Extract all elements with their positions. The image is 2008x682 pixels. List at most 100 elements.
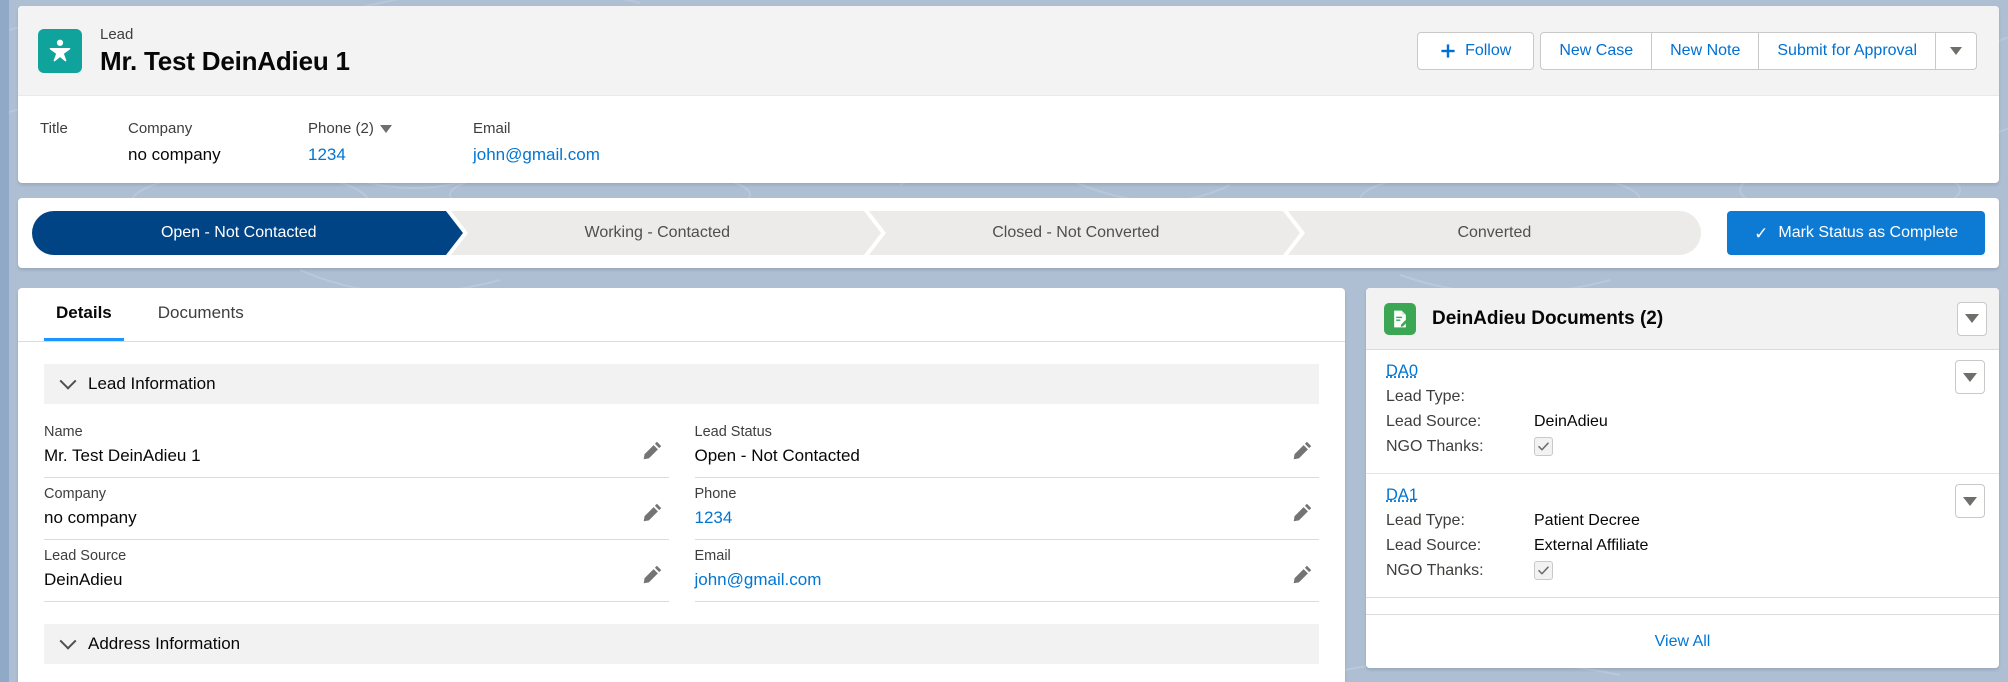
field-name: Name Mr. Test DeinAdieu 1 (44, 416, 669, 478)
section-header-address-information[interactable]: Address Information (44, 624, 1319, 664)
compact-field-title: Title (40, 118, 128, 183)
compact-field-label: Company (128, 120, 193, 137)
edit-pencil-icon[interactable] (1293, 564, 1313, 584)
field-label: Company (44, 486, 107, 502)
section-title: Address Information (88, 634, 241, 653)
submit-for-approval-button[interactable]: Submit for Approval (1759, 31, 1936, 70)
path-stage-closed-not-converted[interactable]: Closed - Not Converted (869, 211, 1305, 255)
path-stages: Open - Not Contacted Working - Contacted… (32, 211, 1702, 255)
field-label: Name (44, 424, 83, 440)
record-detail-card: Details Documents Lead Information Name … (18, 288, 1345, 682)
row-key: Lead Type: (1386, 388, 1465, 405)
edit-pencil-icon[interactable] (643, 502, 663, 522)
compact-field-label: Phone (2) (308, 118, 473, 139)
path-stage-open-not-contacted[interactable]: Open - Not Contacted (32, 211, 468, 255)
compact-field-value-phone-link[interactable]: 1234 (308, 142, 473, 168)
edit-pencil-icon[interactable] (643, 564, 663, 584)
tab-documents[interactable]: Documents (146, 288, 256, 341)
field-value: no company (44, 508, 137, 527)
ngo-thanks-checkbox[interactable] (1534, 561, 1553, 580)
page-title: Mr. Test DeinAdieu 1 (100, 45, 350, 76)
related-list-card: DeinAdieu Documents (2) DA0 Lead Type: L… (1366, 288, 1999, 668)
row-key: NGO Thanks: (1386, 438, 1484, 455)
follow-button-label: Follow (1465, 41, 1512, 59)
path-stage-converted[interactable]: Converted (1287, 211, 1702, 255)
row-key: Lead Source: (1386, 413, 1482, 430)
field-label: Phone (694, 486, 737, 502)
edit-pencil-icon[interactable] (1293, 502, 1313, 522)
section-title: Lead Information (88, 374, 216, 393)
field-phone: Phone 1234 (694, 478, 1320, 540)
list-item: DA1 Lead Type: Patient Decree Lead Sourc… (1366, 474, 1999, 598)
field-company: Company no company (44, 478, 669, 540)
related-record-link-da0[interactable]: DA0 (1386, 362, 1418, 381)
section-header-lead-information[interactable]: Lead Information (44, 364, 1319, 404)
compact-field-value: no company (128, 145, 221, 164)
chevron-down-icon[interactable] (379, 124, 392, 133)
highlights-top-row: Lead Mr. Test DeinAdieu 1 Follow New Cas… (18, 6, 1999, 96)
compact-field-label-text: Phone (2) (308, 120, 374, 137)
mark-status-complete-label: Mark Status as Complete (1778, 224, 1958, 241)
record-tabs: Details Documents (18, 288, 1345, 342)
field-value-phone-link[interactable]: 1234 (695, 504, 1320, 532)
related-record-row: NGO Thanks: (1386, 434, 1949, 459)
follow-button[interactable]: Follow (1417, 31, 1535, 70)
list-item: DA0 Lead Type: Lead Source: DeinAdieu NG… (1366, 350, 1999, 474)
edit-pencil-icon[interactable] (1293, 440, 1313, 460)
related-record-menu-button-da1[interactable] (1955, 484, 1985, 518)
lead-object-icon (38, 28, 82, 73)
field-label: Lead Status (694, 424, 772, 440)
chevron-down-icon (59, 632, 77, 650)
sales-path: Open - Not Contacted Working - Contacted… (18, 198, 1999, 268)
edit-pencil-icon[interactable] (643, 440, 663, 460)
field-value: Mr. Test DeinAdieu 1 (44, 446, 201, 465)
related-record-link-da1[interactable]: DA1 (1386, 486, 1418, 505)
field-value: Open - Not Contacted (694, 446, 860, 465)
check-icon (1538, 442, 1549, 451)
record-page: Lead Mr. Test DeinAdieu 1 Follow New Cas… (9, 0, 2008, 682)
row-key: Lead Type: (1386, 512, 1465, 529)
field-email: Email john@gmail.com (694, 540, 1320, 602)
field-label: Lead Source (44, 548, 127, 564)
header-button-group: New Case New Note Submit for Approval (1540, 31, 1977, 70)
path-stage-working-contacted[interactable]: Working - Contacted (450, 211, 886, 255)
row-value: DeinAdieu (1534, 413, 1608, 430)
chevron-down-icon (59, 372, 77, 390)
ngo-thanks-checkbox[interactable] (1534, 437, 1553, 456)
field-lead-status: Lead Status Open - Not Contacted (694, 416, 1319, 478)
new-case-button[interactable]: New Case (1540, 31, 1653, 70)
related-record-row: NGO Thanks: (1386, 558, 1949, 583)
field-lead-source: Lead Source DeinAdieu (44, 540, 669, 602)
object-type-label: Lead (100, 25, 134, 43)
check-icon: ✓ (1754, 223, 1769, 243)
header-actions: Follow New Case New Note Submit for Appr… (1417, 31, 1977, 70)
related-list-items: DA0 Lead Type: Lead Source: DeinAdieu NG… (1366, 350, 1999, 614)
compact-fields-row: Title Company no company Phone (2) 1234 … (18, 96, 1999, 183)
related-list-menu-button[interactable] (1957, 301, 1987, 336)
chevron-down-icon (1965, 314, 1979, 323)
related-record-menu-button-da0[interactable] (1955, 360, 1985, 394)
related-list-footer: View All (1366, 614, 1999, 668)
related-list-title: DeinAdieu Documents (2) (1432, 307, 1664, 329)
new-note-button[interactable]: New Note (1652, 31, 1760, 70)
compact-field-value-email-link[interactable]: john@gmail.com (473, 142, 600, 168)
record-title-block: Lead Mr. Test DeinAdieu 1 (100, 25, 350, 77)
row-value: External Affiliate (1534, 537, 1649, 554)
related-record-row: Lead Source: External Affiliate (1386, 533, 1949, 558)
more-actions-button[interactable] (1936, 31, 1977, 70)
field-value-email-link[interactable]: john@gmail.com (695, 566, 1320, 594)
related-record-row: Lead Type: (1386, 384, 1949, 409)
check-icon (1538, 566, 1549, 575)
lead-information-fields: Name Mr. Test DeinAdieu 1 Lead Status Op… (18, 404, 1345, 602)
related-record-row: Lead Type: Patient Decree (1386, 508, 1949, 533)
row-key: Lead Source: (1386, 537, 1482, 554)
field-value: DeinAdieu (44, 570, 123, 589)
record-highlights-panel: Lead Mr. Test DeinAdieu 1 Follow New Cas… (18, 6, 1999, 183)
row-key: NGO Thanks: (1386, 562, 1484, 579)
chevron-down-icon (1963, 372, 1977, 382)
document-object-icon (1384, 302, 1416, 335)
related-record-row: Lead Source: DeinAdieu (1386, 409, 1949, 434)
view-all-link[interactable]: View All (1655, 633, 1711, 651)
mark-status-complete-button[interactable]: ✓ Mark Status as Complete (1727, 211, 1985, 255)
tab-details[interactable]: Details (44, 288, 124, 341)
